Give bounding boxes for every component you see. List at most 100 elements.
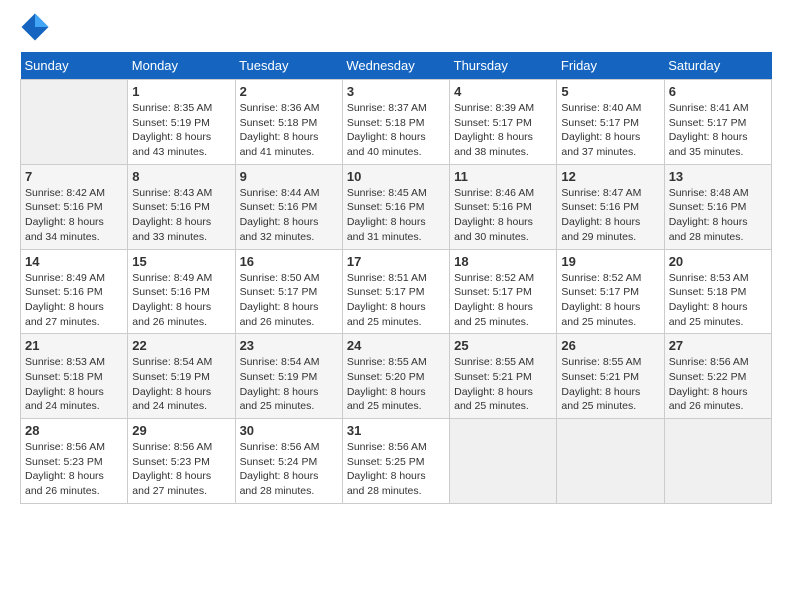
calendar-cell: 2 Sunrise: 8:36 AM Sunset: 5:18 PM Daylig…: [235, 80, 342, 165]
calendar-cell: 21 Sunrise: 8:53 AM Sunset: 5:18 PM Dayli…: [21, 334, 128, 419]
day-info: Sunrise: 8:56 AM Sunset: 5:23 PM Dayligh…: [132, 440, 230, 499]
calendar-cell: 23 Sunrise: 8:54 AM Sunset: 5:19 PM Dayli…: [235, 334, 342, 419]
day-info: Sunrise: 8:56 AM Sunset: 5:23 PM Dayligh…: [25, 440, 123, 499]
calendar-cell: 29 Sunrise: 8:56 AM Sunset: 5:23 PM Dayli…: [128, 419, 235, 504]
column-header-tuesday: Tuesday: [235, 52, 342, 80]
calendar-cell: 3 Sunrise: 8:37 AM Sunset: 5:18 PM Daylig…: [342, 80, 449, 165]
day-number: 28: [25, 423, 123, 438]
day-info: Sunrise: 8:36 AM Sunset: 5:18 PM Dayligh…: [240, 101, 338, 160]
column-header-wednesday: Wednesday: [342, 52, 449, 80]
day-number: 2: [240, 84, 338, 99]
day-number: 20: [669, 254, 767, 269]
day-number: 23: [240, 338, 338, 353]
calendar-cell: 20 Sunrise: 8:53 AM Sunset: 5:18 PM Dayli…: [664, 249, 771, 334]
day-info: Sunrise: 8:51 AM Sunset: 5:17 PM Dayligh…: [347, 271, 445, 330]
day-number: 12: [561, 169, 659, 184]
column-header-thursday: Thursday: [450, 52, 557, 80]
column-header-sunday: Sunday: [21, 52, 128, 80]
calendar-cell: 8Sunrise: 8:43 AM Sunset: 5:16 PM Daylig…: [128, 164, 235, 249]
day-number: 5: [561, 84, 659, 99]
day-number: 11: [454, 169, 552, 184]
calendar-cell: [21, 80, 128, 165]
day-number: 1: [132, 84, 230, 99]
calendar-cell: 10 Sunrise: 8:45 AM Sunset: 5:16 PM Dayli…: [342, 164, 449, 249]
day-info: Sunrise: 8:56 AM Sunset: 5:24 PM Dayligh…: [240, 440, 338, 499]
day-info: Sunrise: 8:35 AM Sunset: 5:19 PM Dayligh…: [132, 101, 230, 160]
day-number: 30: [240, 423, 338, 438]
day-number: 26: [561, 338, 659, 353]
calendar-cell: 18 Sunrise: 8:52 AM Sunset: 5:17 PM Dayli…: [450, 249, 557, 334]
day-info: Sunrise: 8:50 AM Sunset: 5:17 PM Dayligh…: [240, 271, 338, 330]
calendar-cell: 4Sunrise: 8:39 AM Sunset: 5:17 PM Daylig…: [450, 80, 557, 165]
logo: [20, 20, 54, 42]
day-number: 7: [25, 169, 123, 184]
day-info: Sunrise: 8:52 AM Sunset: 5:17 PM Dayligh…: [561, 271, 659, 330]
calendar-cell: 6Sunrise: 8:41 AM Sunset: 5:17 PM Daylig…: [664, 80, 771, 165]
day-number: 3: [347, 84, 445, 99]
calendar-table: SundayMondayTuesdayWednesdayThursdayFrid…: [20, 52, 772, 504]
day-number: 19: [561, 254, 659, 269]
calendar-cell: 31Sunrise: 8:56 AM Sunset: 5:25 PM Dayli…: [342, 419, 449, 504]
column-header-saturday: Saturday: [664, 52, 771, 80]
calendar-cell: 9Sunrise: 8:44 AM Sunset: 5:16 PM Daylig…: [235, 164, 342, 249]
calendar-cell: 14 Sunrise: 8:49 AM Sunset: 5:16 PM Dayli…: [21, 249, 128, 334]
day-number: 15: [132, 254, 230, 269]
day-number: 21: [25, 338, 123, 353]
day-number: 18: [454, 254, 552, 269]
day-info: Sunrise: 8:52 AM Sunset: 5:17 PM Dayligh…: [454, 271, 552, 330]
calendar-header-row: SundayMondayTuesdayWednesdayThursdayFrid…: [21, 52, 772, 80]
calendar-week-4: 21 Sunrise: 8:53 AM Sunset: 5:18 PM Dayli…: [21, 334, 772, 419]
day-number: 25: [454, 338, 552, 353]
day-info: Sunrise: 8:49 AM Sunset: 5:16 PM Dayligh…: [132, 271, 230, 330]
calendar-cell: [557, 419, 664, 504]
column-header-monday: Monday: [128, 52, 235, 80]
day-number: 4: [454, 84, 552, 99]
day-info: Sunrise: 8:37 AM Sunset: 5:18 PM Dayligh…: [347, 101, 445, 160]
calendar-week-5: 28 Sunrise: 8:56 AM Sunset: 5:23 PM Dayli…: [21, 419, 772, 504]
day-info: Sunrise: 8:54 AM Sunset: 5:19 PM Dayligh…: [132, 355, 230, 414]
day-info: Sunrise: 8:49 AM Sunset: 5:16 PM Dayligh…: [25, 271, 123, 330]
calendar-cell: 19 Sunrise: 8:52 AM Sunset: 5:17 PM Dayli…: [557, 249, 664, 334]
day-info: Sunrise: 8:55 AM Sunset: 5:21 PM Dayligh…: [454, 355, 552, 414]
day-number: 29: [132, 423, 230, 438]
calendar-cell: 5 Sunrise: 8:40 AM Sunset: 5:17 PM Daylig…: [557, 80, 664, 165]
day-info: Sunrise: 8:42 AM Sunset: 5:16 PM Dayligh…: [25, 186, 123, 245]
column-header-friday: Friday: [557, 52, 664, 80]
day-info: Sunrise: 8:47 AM Sunset: 5:16 PM Dayligh…: [561, 186, 659, 245]
calendar-cell: 24Sunrise: 8:55 AM Sunset: 5:20 PM Dayli…: [342, 334, 449, 419]
day-info: Sunrise: 8:56 AM Sunset: 5:22 PM Dayligh…: [669, 355, 767, 414]
day-number: 13: [669, 169, 767, 184]
calendar-week-1: 1 Sunrise: 8:35 AM Sunset: 5:19 PM Daylig…: [21, 80, 772, 165]
calendar-cell: 12 Sunrise: 8:47 AM Sunset: 5:16 PM Dayli…: [557, 164, 664, 249]
calendar-cell: 22 Sunrise: 8:54 AM Sunset: 5:19 PM Dayli…: [128, 334, 235, 419]
day-info: Sunrise: 8:46 AM Sunset: 5:16 PM Dayligh…: [454, 186, 552, 245]
day-number: 24: [347, 338, 445, 353]
day-number: 27: [669, 338, 767, 353]
day-info: Sunrise: 8:43 AM Sunset: 5:16 PM Dayligh…: [132, 186, 230, 245]
calendar-cell: 30 Sunrise: 8:56 AM Sunset: 5:24 PM Dayli…: [235, 419, 342, 504]
day-number: 31: [347, 423, 445, 438]
day-number: 17: [347, 254, 445, 269]
day-info: Sunrise: 8:48 AM Sunset: 5:16 PM Dayligh…: [669, 186, 767, 245]
day-info: Sunrise: 8:53 AM Sunset: 5:18 PM Dayligh…: [25, 355, 123, 414]
day-info: Sunrise: 8:40 AM Sunset: 5:17 PM Dayligh…: [561, 101, 659, 160]
calendar-cell: 13 Sunrise: 8:48 AM Sunset: 5:16 PM Dayli…: [664, 164, 771, 249]
day-info: Sunrise: 8:54 AM Sunset: 5:19 PM Dayligh…: [240, 355, 338, 414]
day-info: Sunrise: 8:45 AM Sunset: 5:16 PM Dayligh…: [347, 186, 445, 245]
calendar-cell: [664, 419, 771, 504]
calendar-week-2: 7 Sunrise: 8:42 AM Sunset: 5:16 PM Daylig…: [21, 164, 772, 249]
day-number: 10: [347, 169, 445, 184]
day-info: Sunrise: 8:41 AM Sunset: 5:17 PM Dayligh…: [669, 101, 767, 160]
day-number: 22: [132, 338, 230, 353]
day-number: 14: [25, 254, 123, 269]
calendar-cell: 7 Sunrise: 8:42 AM Sunset: 5:16 PM Daylig…: [21, 164, 128, 249]
day-number: 9: [240, 169, 338, 184]
calendar-cell: 1 Sunrise: 8:35 AM Sunset: 5:19 PM Daylig…: [128, 80, 235, 165]
page-header: [20, 20, 772, 42]
calendar-cell: 16Sunrise: 8:50 AM Sunset: 5:17 PM Dayli…: [235, 249, 342, 334]
day-info: Sunrise: 8:55 AM Sunset: 5:21 PM Dayligh…: [561, 355, 659, 414]
day-info: Sunrise: 8:53 AM Sunset: 5:18 PM Dayligh…: [669, 271, 767, 330]
calendar-cell: 15 Sunrise: 8:49 AM Sunset: 5:16 PM Dayli…: [128, 249, 235, 334]
calendar-cell: 27 Sunrise: 8:56 AM Sunset: 5:22 PM Dayli…: [664, 334, 771, 419]
calendar-cell: 26 Sunrise: 8:55 AM Sunset: 5:21 PM Dayli…: [557, 334, 664, 419]
